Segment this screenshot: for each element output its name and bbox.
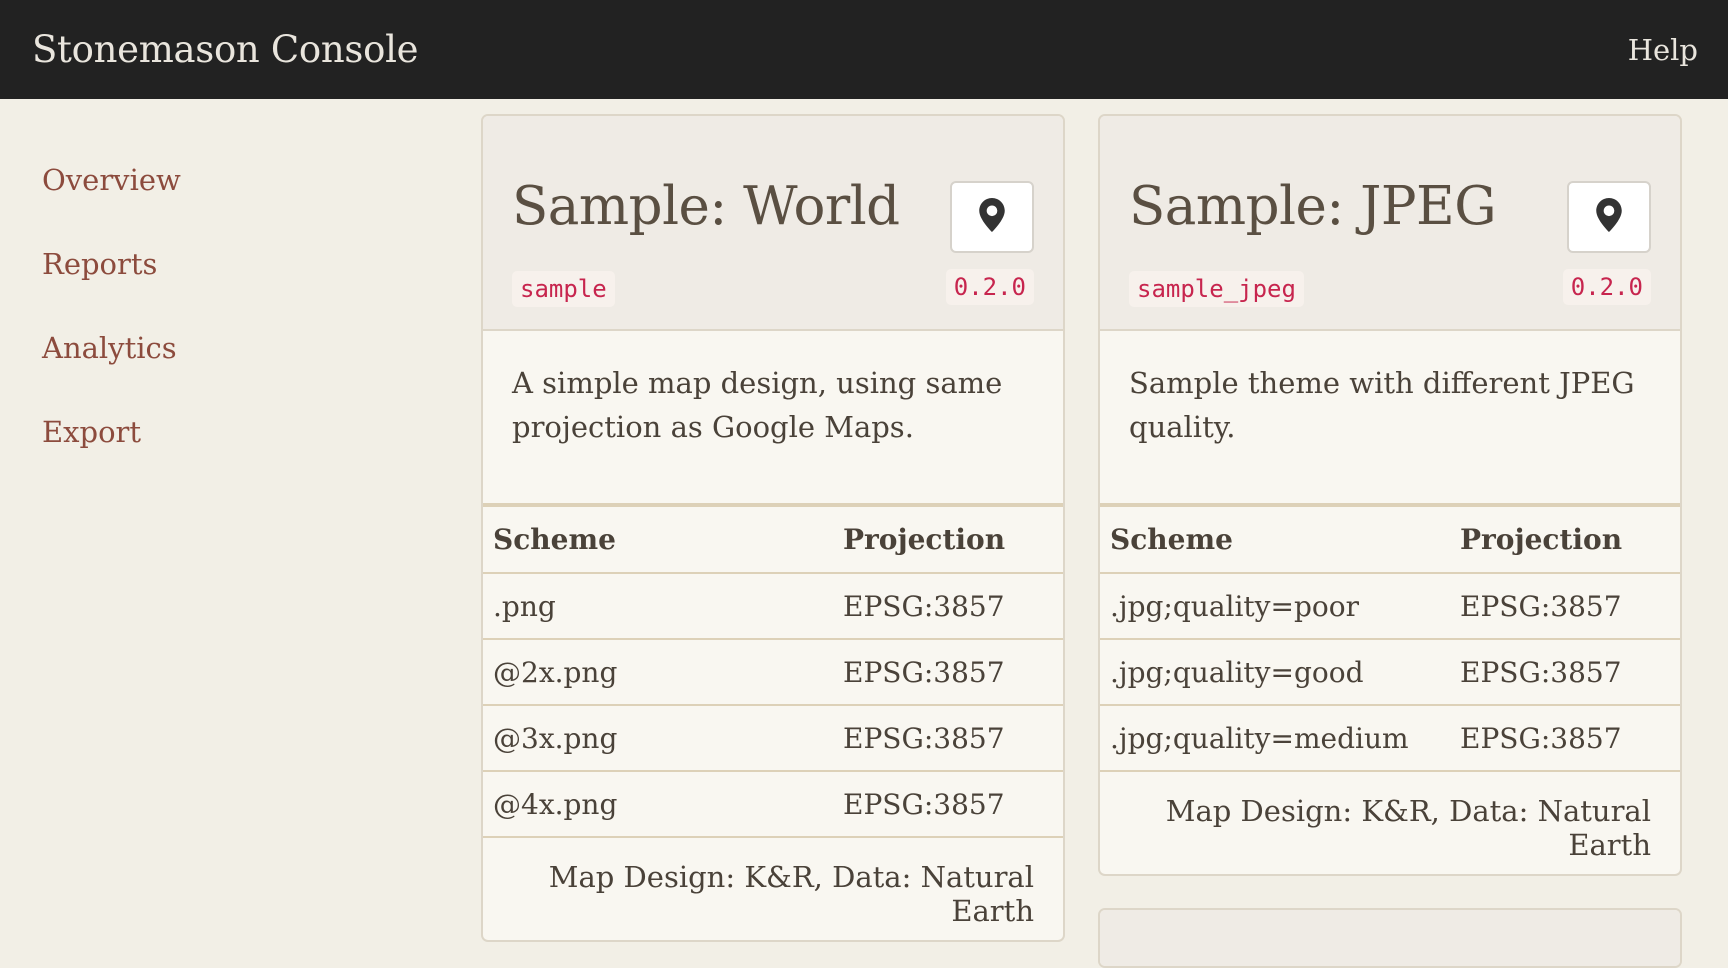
theme-card-sample: Sample: World sample 0.2.0 A simple map … — [481, 114, 1065, 942]
scheme-cell: @4x.png — [483, 771, 833, 838]
sidebar-item-export[interactable]: Export — [42, 407, 442, 491]
help-link[interactable]: Help — [1628, 33, 1698, 67]
scheme-column-header: Scheme — [483, 503, 833, 574]
scheme-column-header: Scheme — [1100, 503, 1450, 574]
theme-attribution: Map Design: K&R, Data: Natural Earth — [1165, 794, 1651, 862]
theme-title: Sample: JPEG — [1129, 176, 1497, 237]
theme-version-badge: 0.2.0 — [945, 269, 1034, 305]
table-row: @2x.png EPSG:3857 — [483, 639, 1063, 706]
scheme-table: Scheme Projection .png EPSG:3857 @2x.png… — [483, 503, 1063, 838]
navbar: Stonemason Console Help — [0, 0, 1728, 99]
sidebar: Overview Reports Analytics Export — [42, 155, 442, 491]
projection-column-header: Projection — [833, 503, 1063, 574]
scheme-table: Scheme Projection .jpg;quality=poor EPSG… — [1100, 503, 1680, 772]
table-row: @4x.png EPSG:3857 — [483, 771, 1063, 838]
projection-cell: EPSG:3857 — [833, 573, 1063, 640]
sidebar-item-overview[interactable]: Overview — [42, 155, 442, 239]
theme-attribution: Map Design: K&R, Data: Natural Earth — [548, 860, 1034, 928]
map-marker-icon — [979, 198, 1005, 236]
table-row: .jpg;quality=good EPSG:3857 — [1100, 639, 1680, 706]
app-title[interactable]: Stonemason Console — [32, 28, 419, 71]
scheme-cell: .jpg;quality=poor — [1100, 573, 1450, 640]
projection-cell: EPSG:3857 — [1450, 573, 1680, 640]
theme-card-partial — [1098, 908, 1682, 968]
projection-column-header: Projection — [1450, 503, 1680, 574]
projection-cell: EPSG:3857 — [833, 771, 1063, 838]
scheme-cell: @2x.png — [483, 639, 833, 706]
theme-title: Sample: World — [512, 176, 900, 237]
theme-description: Sample theme with different JPEG quality… — [1129, 366, 1635, 444]
theme-card-header: Sample: JPEG sample_jpeg 0.2.0 — [1100, 116, 1680, 331]
map-marker-icon — [1596, 198, 1622, 236]
theme-version-badge: 0.2.0 — [1562, 269, 1651, 305]
table-row: .jpg;quality=poor EPSG:3857 — [1100, 573, 1680, 640]
scheme-cell: .jpg;quality=medium — [1100, 705, 1450, 772]
theme-description: A simple map design, using same projecti… — [512, 366, 1003, 444]
scheme-cell: .png — [483, 573, 833, 640]
table-row: .jpg;quality=medium EPSG:3857 — [1100, 705, 1680, 772]
projection-cell: EPSG:3857 — [833, 705, 1063, 772]
scheme-cell: .jpg;quality=good — [1100, 639, 1450, 706]
sidebar-item-analytics[interactable]: Analytics — [42, 323, 442, 407]
projection-cell: EPSG:3857 — [1450, 705, 1680, 772]
view-map-button[interactable] — [950, 181, 1034, 253]
table-row: @3x.png EPSG:3857 — [483, 705, 1063, 772]
projection-cell: EPSG:3857 — [833, 639, 1063, 706]
scheme-cell: @3x.png — [483, 705, 833, 772]
view-map-button[interactable] — [1567, 181, 1651, 253]
theme-card-sample-jpeg: Sample: JPEG sample_jpeg 0.2.0 Sample th… — [1098, 114, 1682, 876]
theme-id-badge: sample_jpeg — [1129, 271, 1304, 307]
theme-id-badge: sample — [512, 271, 615, 307]
sidebar-item-reports[interactable]: Reports — [42, 239, 442, 323]
table-row: .png EPSG:3857 — [483, 573, 1063, 640]
projection-cell: EPSG:3857 — [1450, 639, 1680, 706]
theme-card-header — [1100, 910, 1680, 966]
theme-card-header: Sample: World sample 0.2.0 — [483, 116, 1063, 331]
